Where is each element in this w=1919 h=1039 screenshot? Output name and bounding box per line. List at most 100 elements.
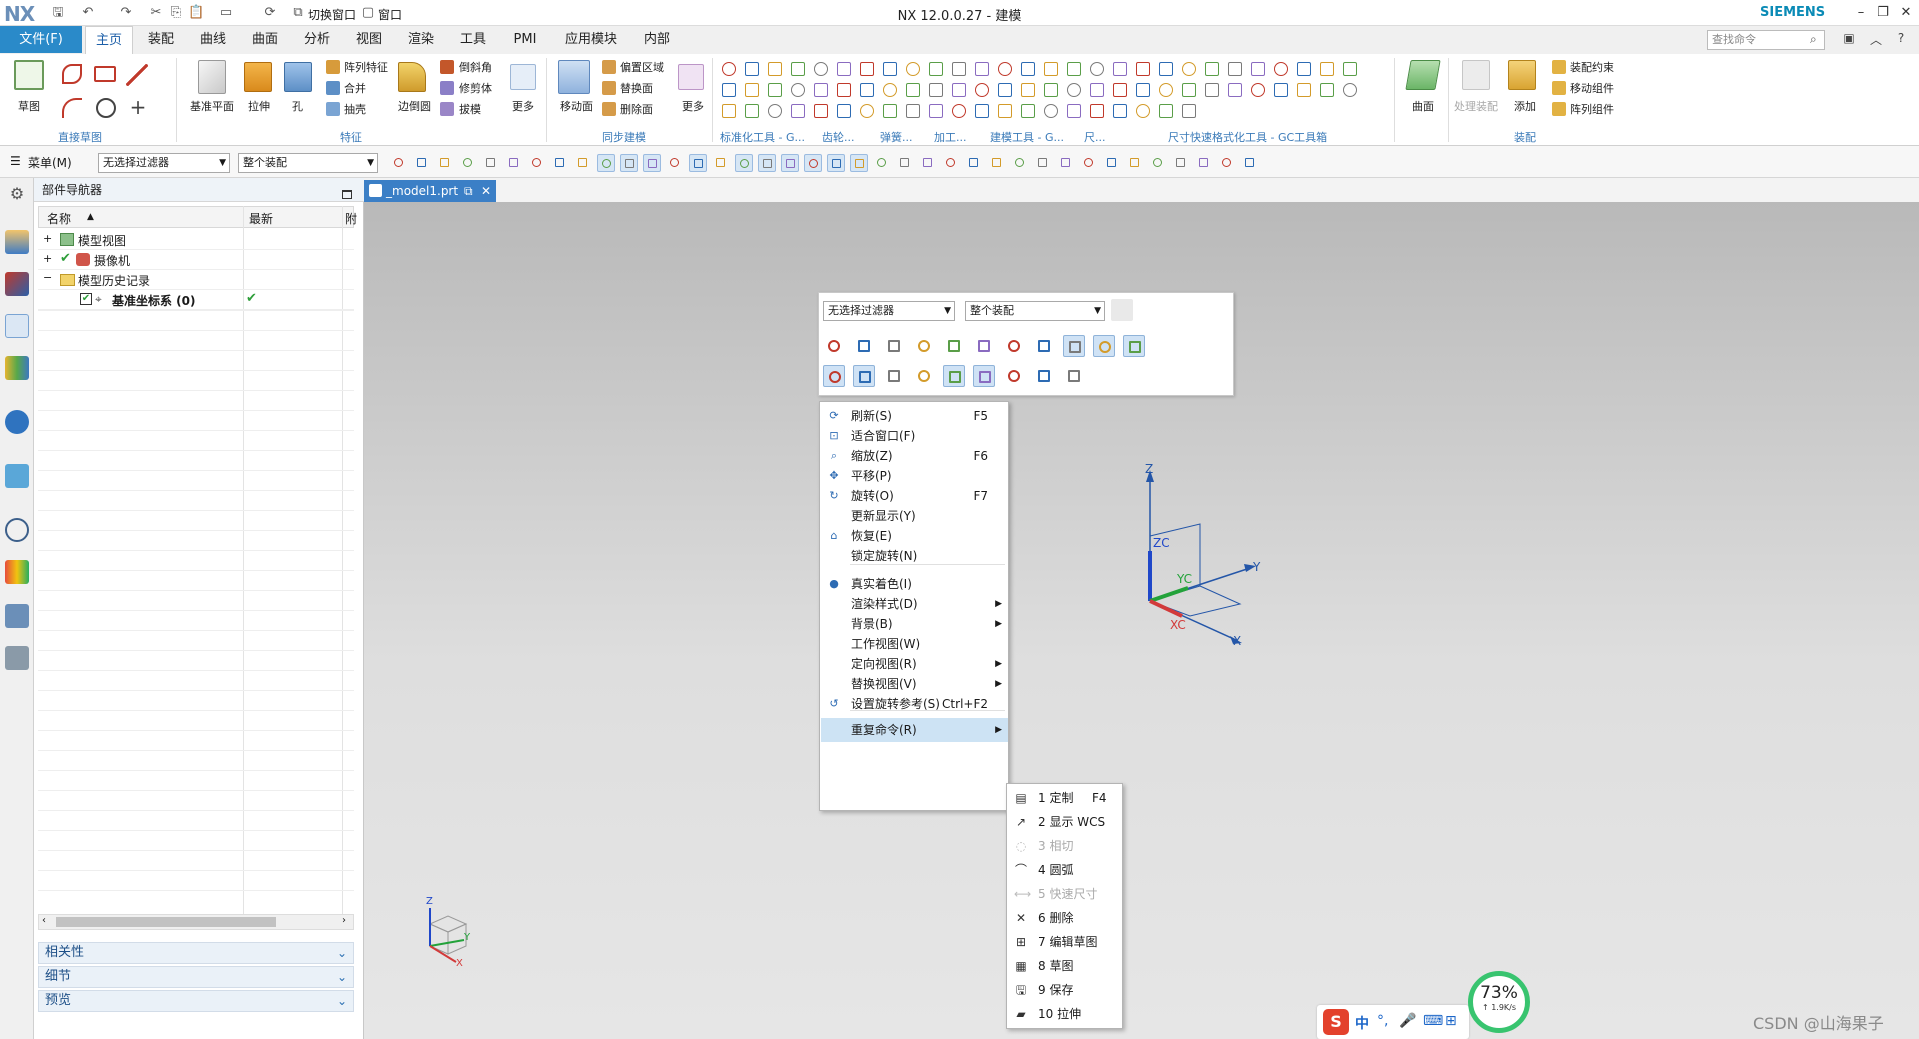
tab-analysis[interactable]: 分析 [294, 26, 340, 54]
snap-point-icon[interactable] [1241, 154, 1259, 172]
extrude-icon[interactable] [244, 62, 272, 92]
window-menu-button[interactable]: 窗口 [378, 6, 402, 23]
gc-tool-icon[interactable] [1343, 83, 1357, 97]
float-type-filter-dropdown[interactable]: 无选择过滤器 ▼ [823, 301, 955, 321]
gc-tool-icon[interactable] [814, 104, 828, 118]
gc-tool-icon[interactable] [998, 62, 1012, 76]
switch-window-icon[interactable]: ⧉ [290, 5, 306, 21]
gc-tool-icon[interactable] [952, 62, 966, 76]
gc-tool-icon[interactable] [814, 62, 828, 76]
snap-point-icon[interactable] [1126, 154, 1144, 172]
snap-option-icon[interactable] [853, 335, 875, 357]
snap-point-icon[interactable] [1149, 154, 1167, 172]
draft-button[interactable]: 拔模 [459, 101, 481, 117]
gc-tool-icon[interactable] [768, 83, 782, 97]
document-tab[interactable]: _model1.prt ⧉ ✕ [364, 180, 496, 202]
hd3d-tools-icon[interactable] [5, 410, 29, 434]
gc-tool-icon[interactable] [860, 62, 874, 76]
gc-tool-icon[interactable] [791, 104, 805, 118]
paste-icon[interactable]: 📋 [188, 5, 204, 21]
pattern-feature-icon[interactable] [326, 60, 340, 74]
window-layout-icon[interactable]: ▭ [218, 5, 234, 21]
gc-tool-icon[interactable] [1159, 104, 1173, 118]
submenu-item[interactable]: ▰ 10 拉伸 [1008, 1002, 1122, 1026]
gc-tool-icon[interactable] [768, 62, 782, 76]
command-search-input[interactable]: 查找命令 [1707, 30, 1825, 50]
move-face-icon[interactable] [558, 60, 590, 94]
column-extra[interactable]: 附 [345, 210, 357, 227]
pattern-component-icon[interactable] [1552, 102, 1566, 116]
gc-tool-icon[interactable] [837, 83, 851, 97]
snap-point-icon[interactable] [459, 154, 477, 172]
scroll-left-icon[interactable]: ‹ [42, 915, 46, 926]
gc-tool-icon[interactable] [998, 83, 1012, 97]
file-menu-button[interactable]: 文件(F) [0, 26, 82, 53]
snap-point-icon[interactable] [620, 154, 638, 172]
float-scope-dropdown[interactable]: 整个装配 ▼ [965, 301, 1105, 321]
submenu-item[interactable]: ⌒ 4 圆弧 [1008, 858, 1122, 882]
gc-tool-icon[interactable] [860, 104, 874, 118]
scroll-right-icon[interactable]: › [342, 915, 346, 926]
save-icon[interactable]: 🖫 [50, 5, 66, 21]
assembly-constraint-button[interactable]: 装配约束 [1570, 59, 1614, 75]
gc-tool-icon[interactable] [1205, 62, 1219, 76]
gc-tool-icon[interactable] [1159, 62, 1173, 76]
submenu-item[interactable]: ↗ 2 显示 WCS [1008, 810, 1122, 834]
gc-tool-icon[interactable] [929, 83, 943, 97]
snap-point-icon[interactable] [988, 154, 1006, 172]
gc-tool-icon[interactable] [1136, 62, 1150, 76]
tab-curve[interactable]: 曲线 [190, 26, 236, 54]
gc-tool-icon[interactable] [883, 62, 897, 76]
snap-option-icon[interactable] [1003, 335, 1025, 357]
draft-icon[interactable] [440, 102, 454, 116]
gc-tool-icon[interactable] [1044, 104, 1058, 118]
menu-button[interactable]: 菜单(M) [28, 154, 72, 171]
tab-close-icon[interactable]: ✕ [481, 180, 491, 202]
point-icon[interactable]: + [128, 97, 148, 118]
snap-option-icon[interactable] [943, 335, 965, 357]
gc-tool-icon[interactable] [975, 83, 989, 97]
gc-tool-icon[interactable] [745, 83, 759, 97]
pattern-component-button[interactable]: 阵列组件 [1570, 101, 1614, 117]
more-features-icon[interactable] [510, 64, 536, 90]
unite-icon[interactable] [326, 81, 340, 95]
expand-icon[interactable]: + [43, 232, 52, 245]
snap-option-icon[interactable] [853, 365, 875, 387]
snap-point-icon[interactable] [436, 154, 454, 172]
part-navigator-icon[interactable] [5, 314, 29, 338]
snap-point-icon[interactable] [919, 154, 937, 172]
gc-tool-icon[interactable] [1274, 83, 1288, 97]
gc-tool-icon[interactable] [1297, 62, 1311, 76]
cut-icon[interactable]: ✂ [148, 5, 164, 21]
tree-row-model-views[interactable]: + 模型视图 [38, 230, 354, 250]
copy-icon[interactable]: ⎘ [168, 5, 184, 21]
delete-face-button[interactable]: 删除面 [620, 101, 653, 117]
datum-plane-icon[interactable] [198, 60, 226, 94]
sketch-icon[interactable] [14, 60, 44, 90]
snap-point-icon[interactable] [712, 154, 730, 172]
snap-option-icon[interactable] [1033, 335, 1055, 357]
snap-point-icon[interactable] [597, 154, 615, 172]
move-face-button[interactable]: 移动面 [560, 98, 593, 114]
submenu-item[interactable]: ⊞ 7 编辑草图 [1008, 930, 1122, 954]
tab-applications[interactable]: 应用模块 [556, 26, 626, 54]
snap-option-icon[interactable] [1063, 365, 1085, 387]
type-filter-dropdown[interactable]: 无选择过滤器 ▼ [98, 153, 230, 173]
gc-tool-icon[interactable] [1182, 83, 1196, 97]
window-restore-icon[interactable]: ▣ [1840, 31, 1858, 49]
rectangle-icon[interactable] [94, 66, 116, 82]
snap-option-icon[interactable] [823, 335, 845, 357]
gc-tool-icon[interactable] [814, 83, 828, 97]
gc-tool-icon[interactable] [929, 62, 943, 76]
gc-tool-icon[interactable] [1297, 83, 1311, 97]
snap-point-icon[interactable] [827, 154, 845, 172]
submenu-item[interactable]: 🖫 9 保存 [1008, 978, 1122, 1002]
circle-icon[interactable] [96, 98, 116, 118]
context-menu-item[interactable]: 重复命令(R) ▶ [821, 718, 1008, 742]
datum-plane-button[interactable]: 基准平面 [190, 98, 234, 114]
tab-internal[interactable]: 内部 [634, 26, 680, 54]
snap-point-icon[interactable] [1218, 154, 1236, 172]
close-button[interactable]: ✕ [1895, 3, 1917, 23]
pattern-feature-button[interactable]: 阵列特征 [344, 59, 388, 75]
hole-icon[interactable] [284, 62, 312, 92]
